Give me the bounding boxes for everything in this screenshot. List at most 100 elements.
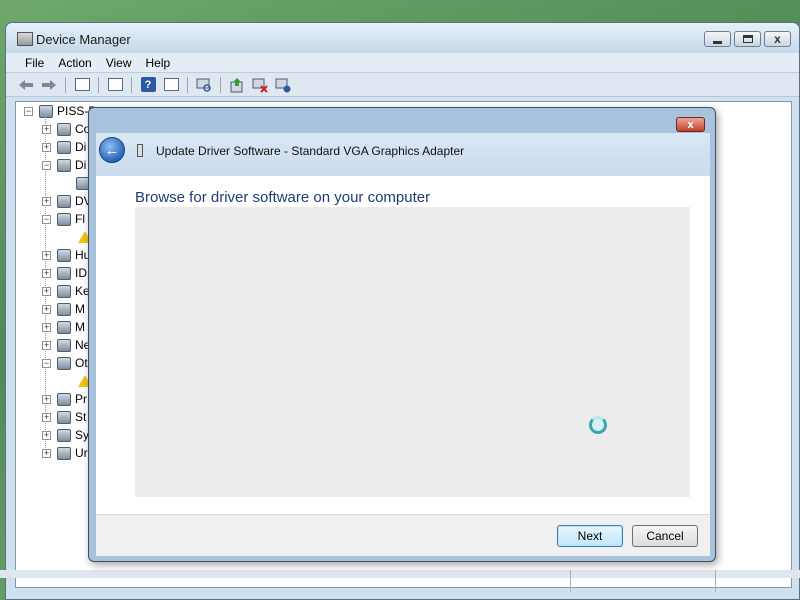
tree-node[interactable]: + M	[42, 300, 85, 318]
show-icon[interactable]	[161, 76, 181, 94]
maximize-button[interactable]	[734, 31, 761, 47]
tree-node[interactable]: + DV	[42, 192, 92, 210]
update-driver-icon[interactable]	[227, 76, 247, 94]
cancel-button[interactable]: Cancel	[632, 525, 698, 547]
tree-expander[interactable]: −	[42, 214, 51, 224]
tree-node[interactable]: + Pr	[42, 390, 87, 408]
display-adapter-icon	[57, 158, 71, 172]
tree-expander[interactable]: +	[42, 322, 51, 332]
close-button[interactable]: x	[764, 31, 791, 47]
tree-expander[interactable]: +	[42, 142, 51, 152]
scan-icon[interactable]	[194, 76, 214, 94]
uninstall-icon[interactable]	[273, 76, 293, 94]
busy-spinner-icon	[589, 416, 607, 434]
minimize-button[interactable]	[704, 31, 731, 47]
tree-expander[interactable]: +	[42, 196, 51, 206]
device-manager-icon	[17, 32, 33, 46]
tree-node[interactable]: + Co	[42, 120, 90, 138]
dialog-heading: Browse for driver software on your compu…	[135, 189, 431, 206]
tree-node[interactable]: + Ne	[42, 336, 90, 354]
tree-expander[interactable]: −	[42, 160, 51, 170]
back-arrow-icon[interactable]	[16, 76, 36, 94]
tree-node[interactable]: + St	[42, 408, 86, 426]
tree-node-label: Fl	[75, 212, 85, 226]
content-area	[135, 207, 690, 497]
tree-expander[interactable]: −	[42, 358, 51, 368]
menu-view[interactable]: View	[99, 56, 139, 70]
toolbar-separator	[98, 76, 99, 93]
usb-icon	[57, 446, 71, 460]
tree-child-node[interactable]	[60, 174, 90, 192]
computer-icon	[39, 104, 53, 118]
tree-expander[interactable]: +	[42, 268, 51, 278]
dialog-close-button[interactable]: x	[676, 117, 705, 132]
menu-help[interactable]: Help	[139, 56, 178, 70]
floppy-icon	[57, 212, 71, 226]
status-bar	[0, 570, 800, 578]
tree-node[interactable]: − Di	[42, 156, 86, 174]
view-icon[interactable]	[105, 76, 125, 94]
menu-action[interactable]: Action	[51, 56, 98, 70]
tree-node-label: Sy	[75, 428, 90, 442]
tree-node[interactable]: − Fl	[42, 210, 85, 228]
disable-icon[interactable]	[250, 76, 270, 94]
sound-icon	[57, 410, 71, 424]
dvd-drive-icon	[57, 194, 71, 208]
menu-file[interactable]: File	[18, 56, 51, 70]
tree-node-label: Ot	[75, 356, 88, 370]
processor-icon	[57, 392, 71, 406]
tree-node-label: St	[75, 410, 87, 424]
properties-icon[interactable]	[72, 76, 92, 94]
maximize-icon	[742, 35, 753, 43]
tree-node[interactable]: + ID	[42, 264, 87, 282]
hid-icon	[57, 248, 71, 262]
mouse-icon	[57, 302, 71, 316]
device-icon	[137, 144, 143, 157]
next-button[interactable]: Next	[557, 525, 623, 547]
tree-node-label: Di	[75, 140, 87, 154]
tree-expander[interactable]: +	[42, 340, 51, 350]
dialog-header: ← Update Driver Software - Standard VGA …	[96, 133, 710, 176]
tree-expander[interactable]: +	[42, 394, 51, 404]
title-bar[interactable]: Device Manager x	[6, 23, 799, 53]
tree-node[interactable]: + Hu	[42, 246, 90, 264]
tree-node[interactable]: + Ur	[42, 444, 88, 462]
tree-node-label: M	[75, 320, 85, 334]
minimize-icon	[713, 40, 722, 44]
status-separator	[715, 570, 716, 592]
forward-arrow-icon[interactable]	[39, 76, 59, 94]
tree-expander[interactable]: +	[42, 124, 51, 134]
toolbar-separator	[220, 76, 221, 93]
back-button[interactable]: ←	[99, 137, 125, 163]
tree-node-label: M	[75, 302, 85, 316]
tree-expander[interactable]: +	[42, 286, 51, 296]
monitor-icon	[57, 320, 71, 334]
tree-node[interactable]: + Di	[42, 138, 86, 156]
help-icon[interactable]: ?	[138, 76, 158, 94]
show-box	[163, 78, 179, 91]
toolbar-separator	[65, 76, 66, 93]
status-separator	[570, 570, 571, 592]
tree-expander[interactable]: −	[24, 106, 33, 116]
tree-expander[interactable]: +	[42, 430, 51, 440]
view-box	[107, 78, 123, 91]
tree-root[interactable]: − PISS-P	[24, 102, 96, 120]
tree-node[interactable]: + M	[42, 318, 85, 336]
menu-bar: File Action View Help	[6, 53, 799, 73]
toolbar: ?	[6, 73, 799, 97]
dialog-body: Browse for driver software on your compu…	[96, 176, 710, 514]
tree-node-label: Ur	[75, 446, 88, 460]
ide-controller-icon	[57, 266, 71, 280]
system-devices-icon	[57, 428, 71, 442]
tree-expander[interactable]: +	[42, 304, 51, 314]
disk-drive-icon	[57, 140, 71, 154]
update-driver-dialog: x ← Update Driver Software - Standard VG…	[88, 107, 716, 562]
tree-node[interactable]: − Ot	[42, 354, 88, 372]
tree-node-label: Pr	[75, 392, 87, 406]
tree-node[interactable]: + Ke	[42, 282, 90, 300]
tree-node[interactable]: + Sy	[42, 426, 89, 444]
tree-expander[interactable]: +	[42, 250, 51, 260]
tree-node-label: Di	[75, 158, 87, 172]
tree-expander[interactable]: +	[42, 448, 51, 458]
tree-expander[interactable]: +	[42, 412, 51, 422]
